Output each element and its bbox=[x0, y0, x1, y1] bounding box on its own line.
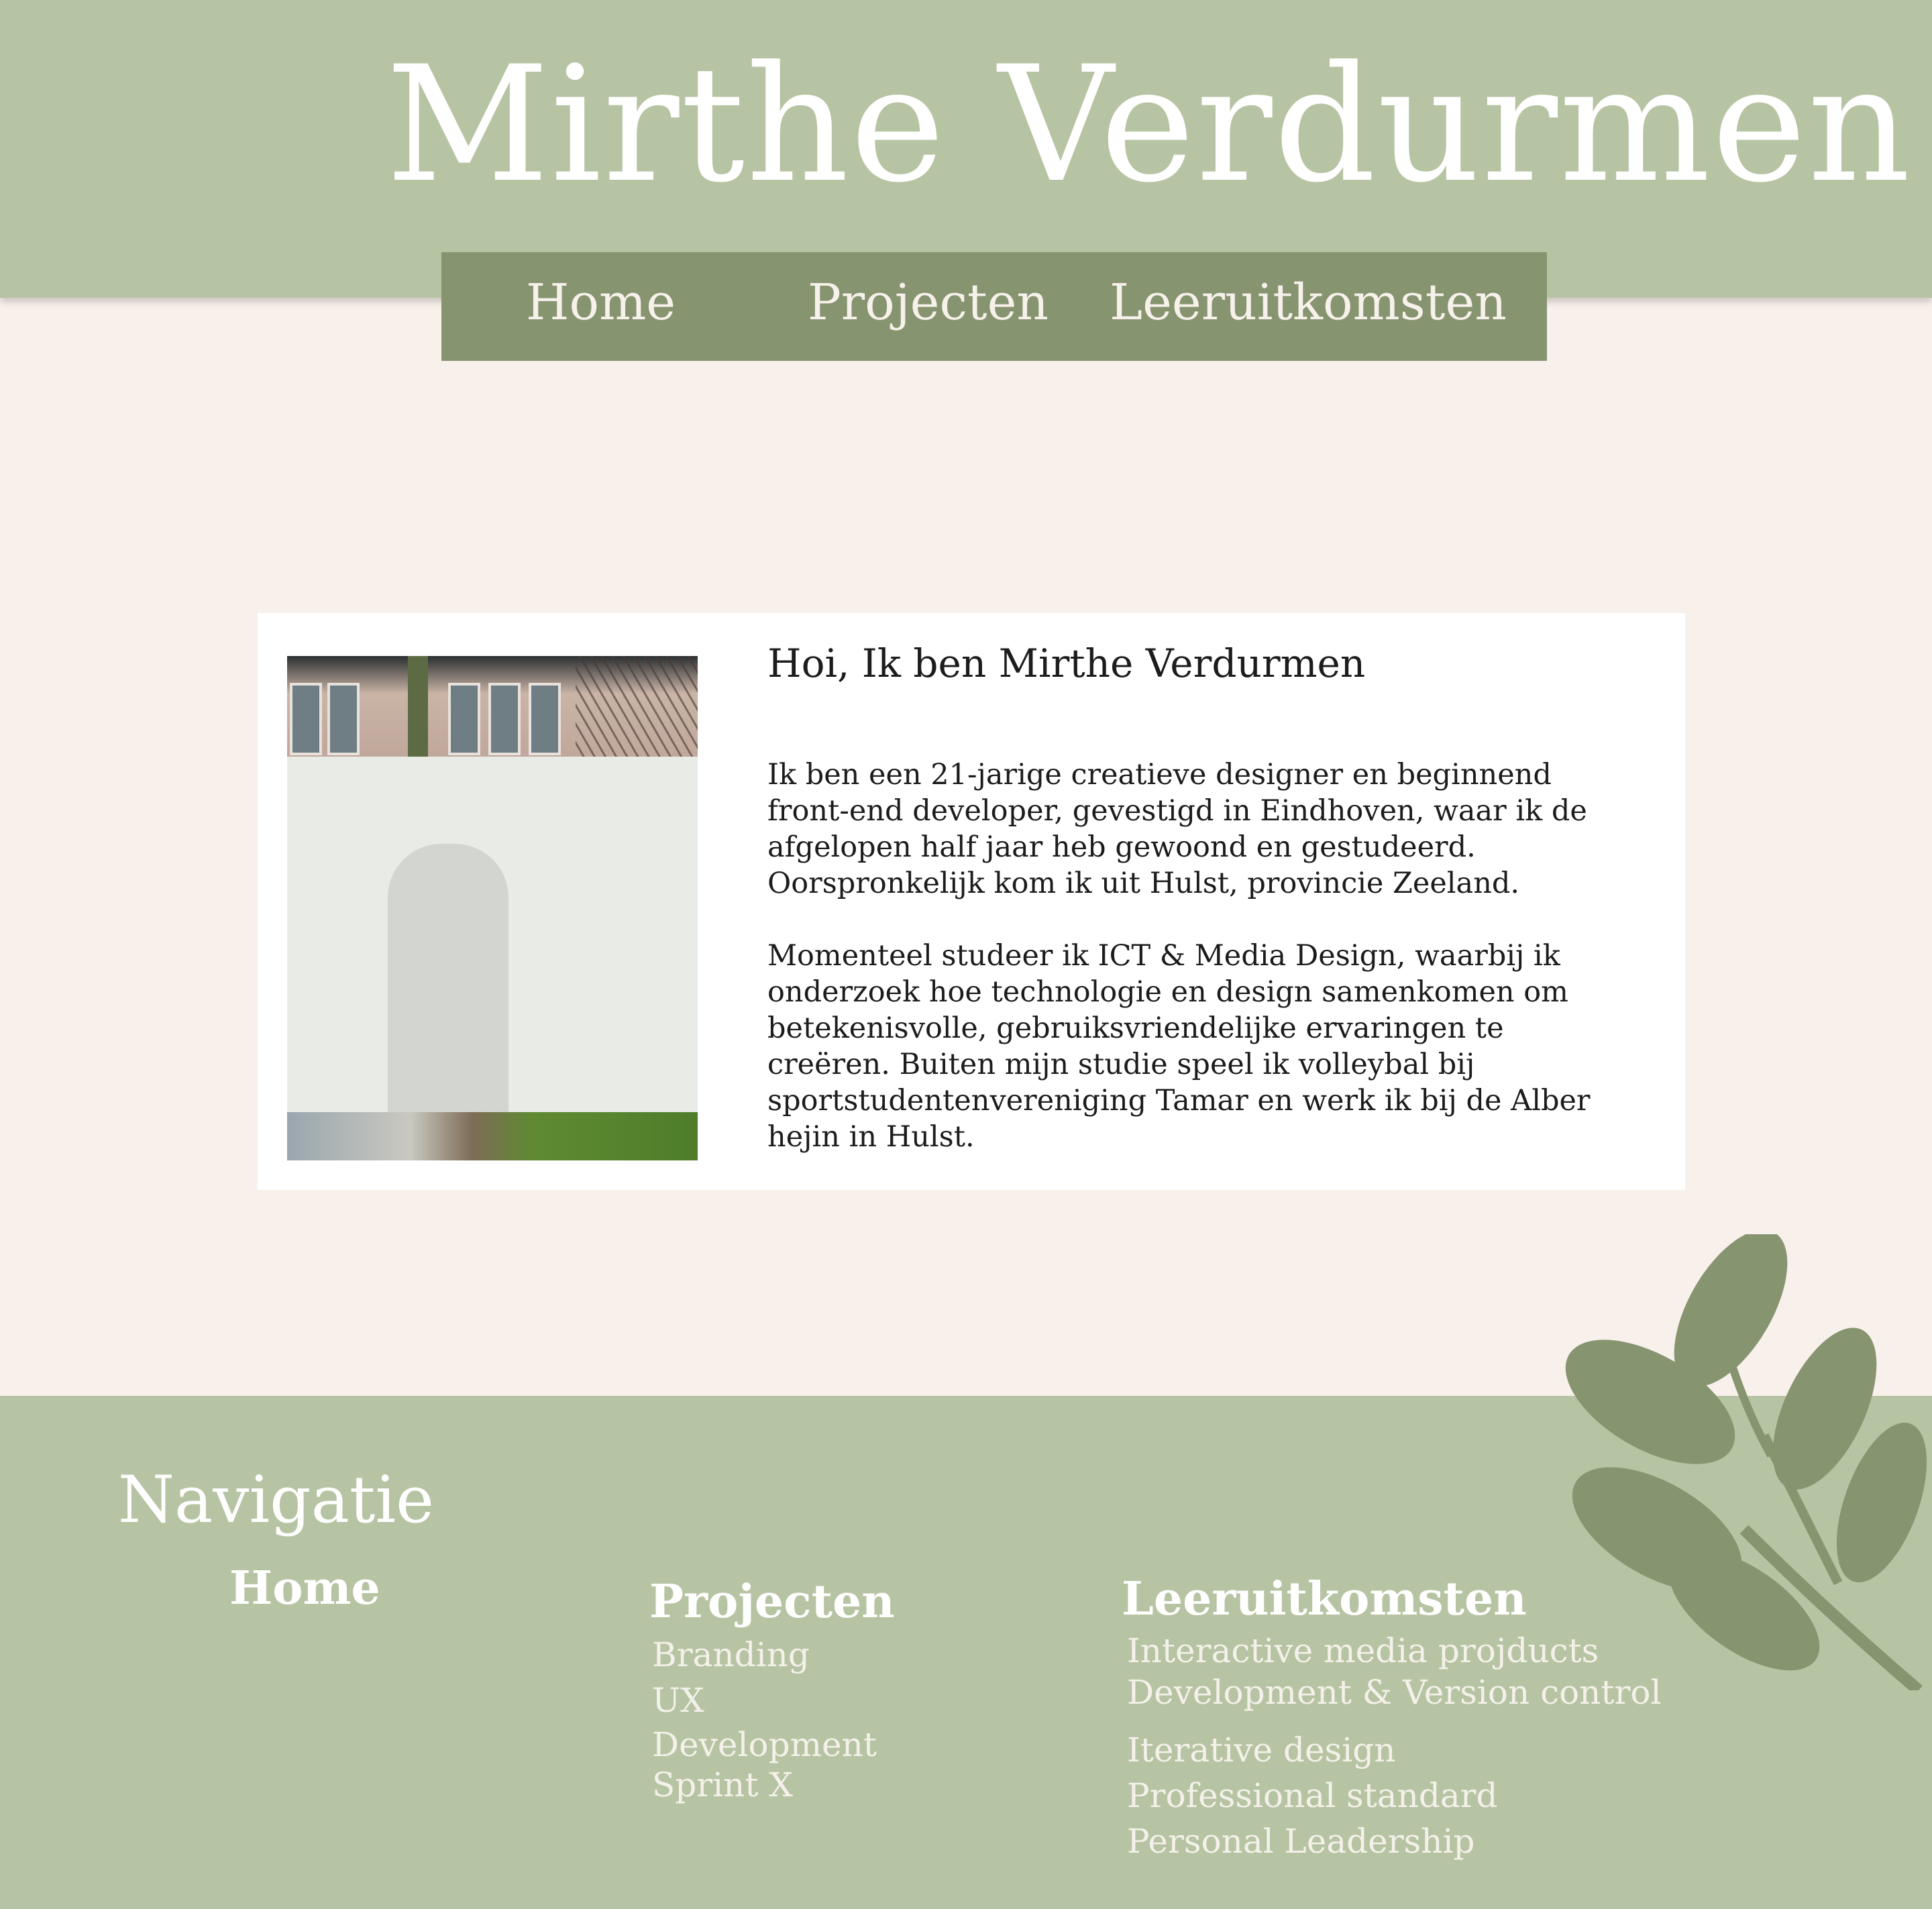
main-nav: Home Projecten Leeruitkomsten bbox=[441, 252, 1547, 361]
photo-building bbox=[287, 656, 698, 763]
footer-heading: Navigatie bbox=[118, 1462, 434, 1537]
photo-window bbox=[327, 683, 360, 755]
intro-paragraph-2: Momenteel studeer ik ICT & Media Design,… bbox=[767, 939, 1591, 1154]
footer-link-branding[interactable]: Branding bbox=[652, 1638, 810, 1672]
footer-link-development[interactable]: Development bbox=[652, 1728, 877, 1761]
photo-window bbox=[448, 683, 480, 755]
photo-lawn bbox=[287, 1112, 698, 1160]
footer-title-projecten[interactable]: Projecten bbox=[649, 1579, 895, 1625]
photo-window bbox=[529, 683, 561, 755]
nav-item-home[interactable]: Home bbox=[526, 278, 676, 327]
photo-window bbox=[488, 683, 521, 755]
footer-link-sprint-x[interactable]: Sprint X bbox=[652, 1768, 793, 1802]
footer-link-iterative-design[interactable]: Iterative design bbox=[1127, 1733, 1395, 1767]
footer-link-development-version-control[interactable]: Development & Version control bbox=[1127, 1676, 1661, 1709]
photo-window bbox=[290, 683, 322, 755]
footer-title-leeruitkomsten[interactable]: Leeruitkomsten bbox=[1122, 1576, 1527, 1622]
nav-item-leeruitkomsten[interactable]: Leeruitkomsten bbox=[1110, 278, 1507, 327]
footer-link-interactive-media[interactable]: Interactive media projducts bbox=[1127, 1634, 1599, 1668]
site-title: Mirthe Verdurmen bbox=[386, 32, 1912, 218]
nav-item-projecten[interactable]: Projecten bbox=[808, 278, 1049, 327]
photo-ivy bbox=[408, 656, 428, 763]
profile-photo bbox=[287, 656, 698, 1160]
intro-paragraph-1: Ik ben een 21-jarige creatieve designer … bbox=[767, 758, 1587, 900]
footer-link-personal-leadership[interactable]: Personal Leadership bbox=[1127, 1824, 1475, 1858]
footer-link-ux[interactable]: UX bbox=[652, 1684, 704, 1717]
footer-link-professional-standard[interactable]: Professional standard bbox=[1127, 1779, 1498, 1812]
leaf-branch-icon bbox=[1565, 1234, 1927, 1690]
intro-heading: Hoi, Ik ben Mirthe Verdurmen bbox=[767, 641, 1366, 686]
footer-title-home[interactable]: Home bbox=[229, 1566, 380, 1611]
photo-branches bbox=[576, 656, 698, 763]
